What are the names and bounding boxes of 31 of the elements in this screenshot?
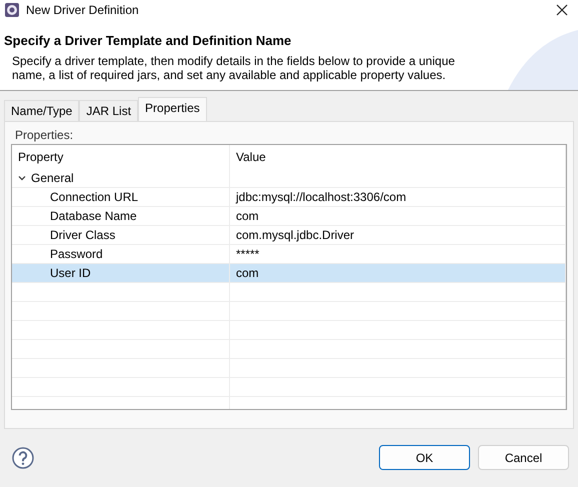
tab[interactable]: Name/Type xyxy=(4,100,80,121)
property-name: Database Name xyxy=(50,209,137,223)
app-icon xyxy=(4,2,20,18)
table-row[interactable]: Connection URL jdbc:mysql://localhost:3306/com xyxy=(12,188,566,207)
table-row[interactable]: General xyxy=(12,169,566,188)
property-name: Connection URL xyxy=(50,190,138,204)
column-header[interactable]: Value xyxy=(230,145,566,169)
window-title: New Driver Definition xyxy=(26,3,139,17)
property-value: com xyxy=(236,266,259,280)
column-header[interactable]: Property xyxy=(12,145,230,169)
property-name: User ID xyxy=(50,266,91,280)
property-name: Password xyxy=(50,247,103,261)
page-heading: Specify a Driver Template and Definition Name xyxy=(4,33,292,48)
ok-button[interactable]: OK xyxy=(379,445,470,470)
table-row[interactable]: Database Name com xyxy=(12,207,566,226)
table-row[interactable]: Driver Class com.mysql.jdbc.Driver xyxy=(12,226,566,245)
help-icon[interactable] xyxy=(12,446,34,468)
property-name: Driver Class xyxy=(50,228,116,242)
cancel-button[interactable]: Cancel xyxy=(478,445,569,470)
property-value: ***** xyxy=(236,247,260,261)
close-icon[interactable] xyxy=(556,4,568,16)
property-value: com.mysql.jdbc.Driver xyxy=(236,228,354,242)
page-description: Specify a driver template, then modify details in the fields below to provide a unique name, a list of required jars, and set any available and applicable property values. xyxy=(12,54,456,82)
tab[interactable]: Properties xyxy=(138,97,207,121)
properties-label: Properties: xyxy=(15,128,74,142)
property-value: com xyxy=(236,209,259,223)
table-row[interactable]: User ID com xyxy=(12,264,566,283)
property-name: General xyxy=(31,171,74,185)
tab[interactable]: JAR List xyxy=(79,100,138,121)
property-value: jdbc:mysql://localhost:3306/com xyxy=(236,190,406,204)
chevron-down-icon[interactable] xyxy=(18,174,26,182)
